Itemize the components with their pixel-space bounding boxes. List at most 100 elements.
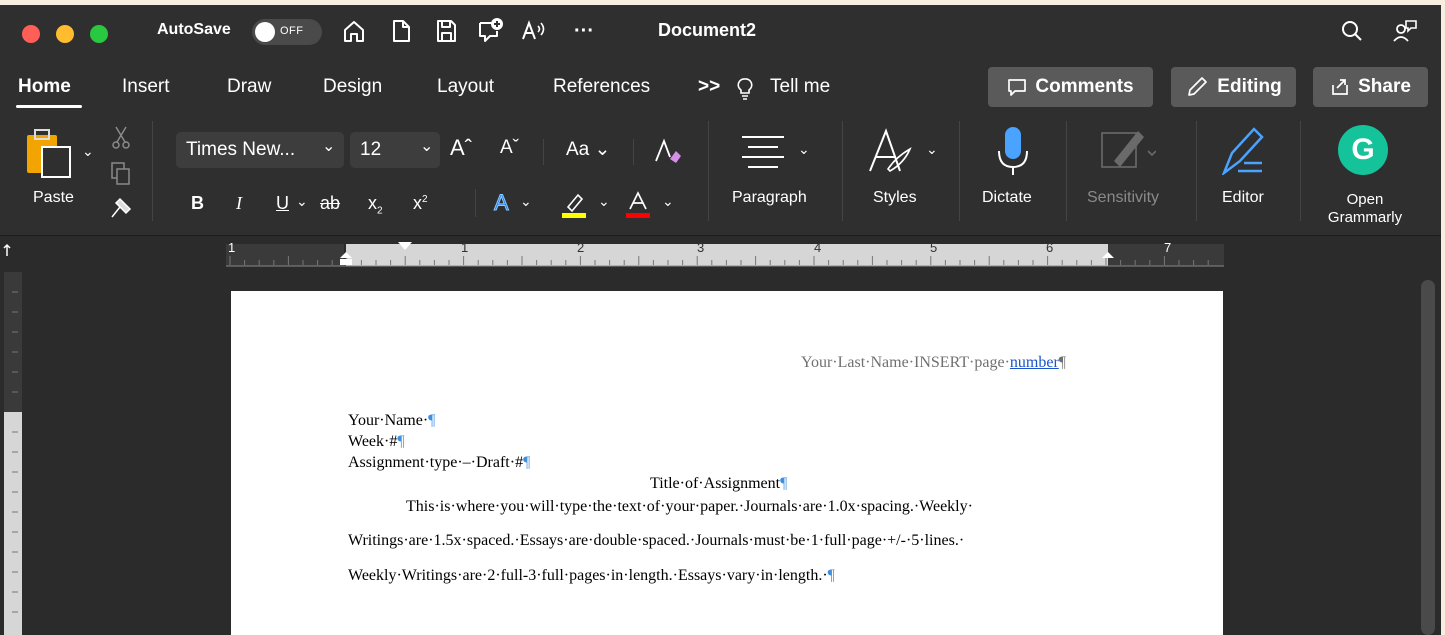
ruler-number: 1: [228, 240, 236, 255]
comments-button[interactable]: Comments: [988, 67, 1153, 107]
minimize-window-button[interactable]: [56, 25, 74, 43]
tab-draw[interactable]: Draw: [227, 76, 271, 98]
italic-button[interactable]: I: [236, 193, 242, 214]
body-line[interactable]: Weekly·Writings·are·2·full-3·full·pages·…: [348, 567, 835, 585]
tab-references[interactable]: References: [553, 76, 650, 98]
share-button[interactable]: Share: [1313, 67, 1428, 107]
assignment-title-text: Title·of·Assignment: [650, 475, 781, 492]
week-line[interactable]: Week·#¶: [348, 433, 405, 451]
tab-layout[interactable]: Layout: [437, 76, 494, 98]
shrink-font-button[interactable]: Aˇ: [500, 137, 519, 159]
save-icon[interactable]: [434, 17, 458, 45]
page-header[interactable]: Your·Last·Name·INSERT·page·number¶: [801, 354, 1066, 372]
body-line[interactable]: This·is·where·you·will·type·the·text·of·…: [406, 498, 973, 516]
strikethrough-button[interactable]: ab: [320, 193, 340, 214]
editing-label: Editing: [1217, 76, 1282, 97]
separator: [1066, 121, 1067, 221]
paste-dropdown-chevron[interactable]: ⌄: [82, 143, 94, 160]
subscript-button[interactable]: x2: [368, 193, 383, 217]
styles-icon[interactable]: [866, 127, 916, 177]
tell-me-search[interactable]: Tell me: [770, 76, 830, 98]
share-icon: [1332, 79, 1348, 95]
grow-font-button[interactable]: Aˆ: [450, 135, 472, 161]
tab-insert[interactable]: Insert: [122, 76, 170, 98]
document-title: Document2: [658, 20, 757, 40]
highlight-chevron[interactable]: ⌄: [598, 193, 610, 210]
bold-button[interactable]: B: [191, 193, 204, 214]
font-color-chevron[interactable]: ⌄: [662, 193, 674, 210]
ruler-number: 2: [577, 240, 585, 255]
text-effects-chevron[interactable]: ⌄: [520, 193, 532, 210]
vertical-ruler[interactable]: [0, 272, 26, 635]
search-icon[interactable]: [1340, 17, 1364, 45]
highlight-icon[interactable]: [560, 191, 588, 219]
separator: [959, 121, 960, 221]
styles-chevron[interactable]: ⌄: [926, 141, 938, 158]
chevron-down-icon: ⌄: [322, 138, 336, 155]
paragraph-chevron[interactable]: ⌄: [798, 141, 810, 158]
styles-label: Styles: [873, 189, 917, 206]
body-text: Writings·are·1.5x·spaced.·Essays·are·dou…: [348, 532, 965, 549]
name-line[interactable]: Your·Name·¶: [348, 412, 435, 430]
new-document-icon[interactable]: [390, 17, 412, 45]
new-comment-icon[interactable]: [476, 17, 504, 45]
paragraph-align-icon[interactable]: [740, 131, 786, 171]
name-text: Your·Name·: [348, 412, 429, 429]
header-link-word[interactable]: number: [1010, 354, 1059, 371]
text-effects-button[interactable]: A: [494, 190, 510, 216]
font-name-dropdown[interactable]: Times New... ⌄: [176, 132, 344, 168]
more-icon[interactable]: ···: [574, 17, 594, 45]
change-case-button[interactable]: Aa ⌄: [566, 138, 610, 161]
tab-home[interactable]: Home: [18, 76, 71, 98]
vertical-scrollbar[interactable]: [1421, 280, 1435, 635]
zoom-window-button[interactable]: [90, 25, 108, 43]
more-tabs-chevron[interactable]: >>: [698, 76, 720, 98]
autosave-toggle[interactable]: OFF: [252, 19, 322, 45]
read-aloud-icon[interactable]: [520, 17, 548, 45]
grammarly-label-line2: Grammarly: [1327, 209, 1403, 226]
home-ribbon: ⌄ Paste Times New... ⌄ 12 ⌄ Aˆ Aˇ Aa ⌄ B…: [0, 113, 1441, 236]
sensitivity-icon: [1101, 131, 1156, 168]
ruler-number: 6: [1046, 240, 1054, 255]
tab-design[interactable]: Design: [323, 76, 382, 98]
body-line[interactable]: Writings·are·1.5x·spaced.·Essays·are·dou…: [348, 532, 964, 550]
pilcrow-mark: ¶: [397, 433, 405, 450]
lightbulb-icon: [737, 78, 753, 100]
format-painter-icon[interactable]: [108, 197, 134, 221]
assignment-type-line[interactable]: Assignment·type·–·Draft·#¶: [348, 454, 530, 472]
superscript-button[interactable]: x2: [413, 193, 428, 214]
pilcrow-mark: ¶: [523, 454, 531, 471]
change-case-label: Aa: [566, 139, 590, 160]
ruler-number: 1: [461, 240, 469, 255]
editor-icon[interactable]: [1220, 127, 1266, 175]
cut-icon[interactable]: [110, 125, 132, 151]
clear-formatting-icon[interactable]: [654, 137, 684, 165]
header-text: Your·Last·Name·INSERT·page·: [801, 354, 1010, 371]
comment-icon: [1008, 79, 1027, 96]
microphone-icon[interactable]: [995, 125, 1031, 177]
account-icon[interactable]: [1392, 17, 1418, 45]
horizontal-ruler[interactable]: 1 1 2 3 4 5 6 7: [0, 236, 1441, 272]
ruler-number: 5: [930, 240, 938, 255]
week-text: Week·#: [348, 433, 398, 450]
font-color-icon[interactable]: [624, 191, 652, 219]
font-name-value: Times New...: [186, 139, 296, 160]
assignment-title[interactable]: Title·of·Assignment¶: [650, 475, 787, 493]
underline-options-chevron[interactable]: ⌄: [296, 193, 308, 210]
document-page[interactable]: Your·Last·Name·INSERT·page·number¶ Your·…: [231, 291, 1223, 635]
underline-button[interactable]: U: [276, 193, 289, 214]
close-window-button[interactable]: [22, 25, 40, 43]
separator: [1196, 121, 1197, 221]
ruler-number: 7: [1164, 240, 1172, 255]
share-label: Share: [1358, 76, 1411, 97]
grammarly-letter: G: [1351, 133, 1375, 166]
font-size-dropdown[interactable]: 12 ⌄: [350, 132, 440, 168]
separator: [1300, 121, 1301, 221]
copy-icon[interactable]: [110, 161, 132, 187]
pilcrow-mark: ¶: [1058, 354, 1067, 371]
editing-button[interactable]: Editing: [1171, 67, 1296, 107]
grammarly-icon[interactable]: G: [1338, 125, 1388, 175]
comments-label: Comments: [1035, 76, 1134, 97]
home-icon[interactable]: [342, 17, 366, 45]
paste-icon[interactable]: [24, 127, 74, 179]
